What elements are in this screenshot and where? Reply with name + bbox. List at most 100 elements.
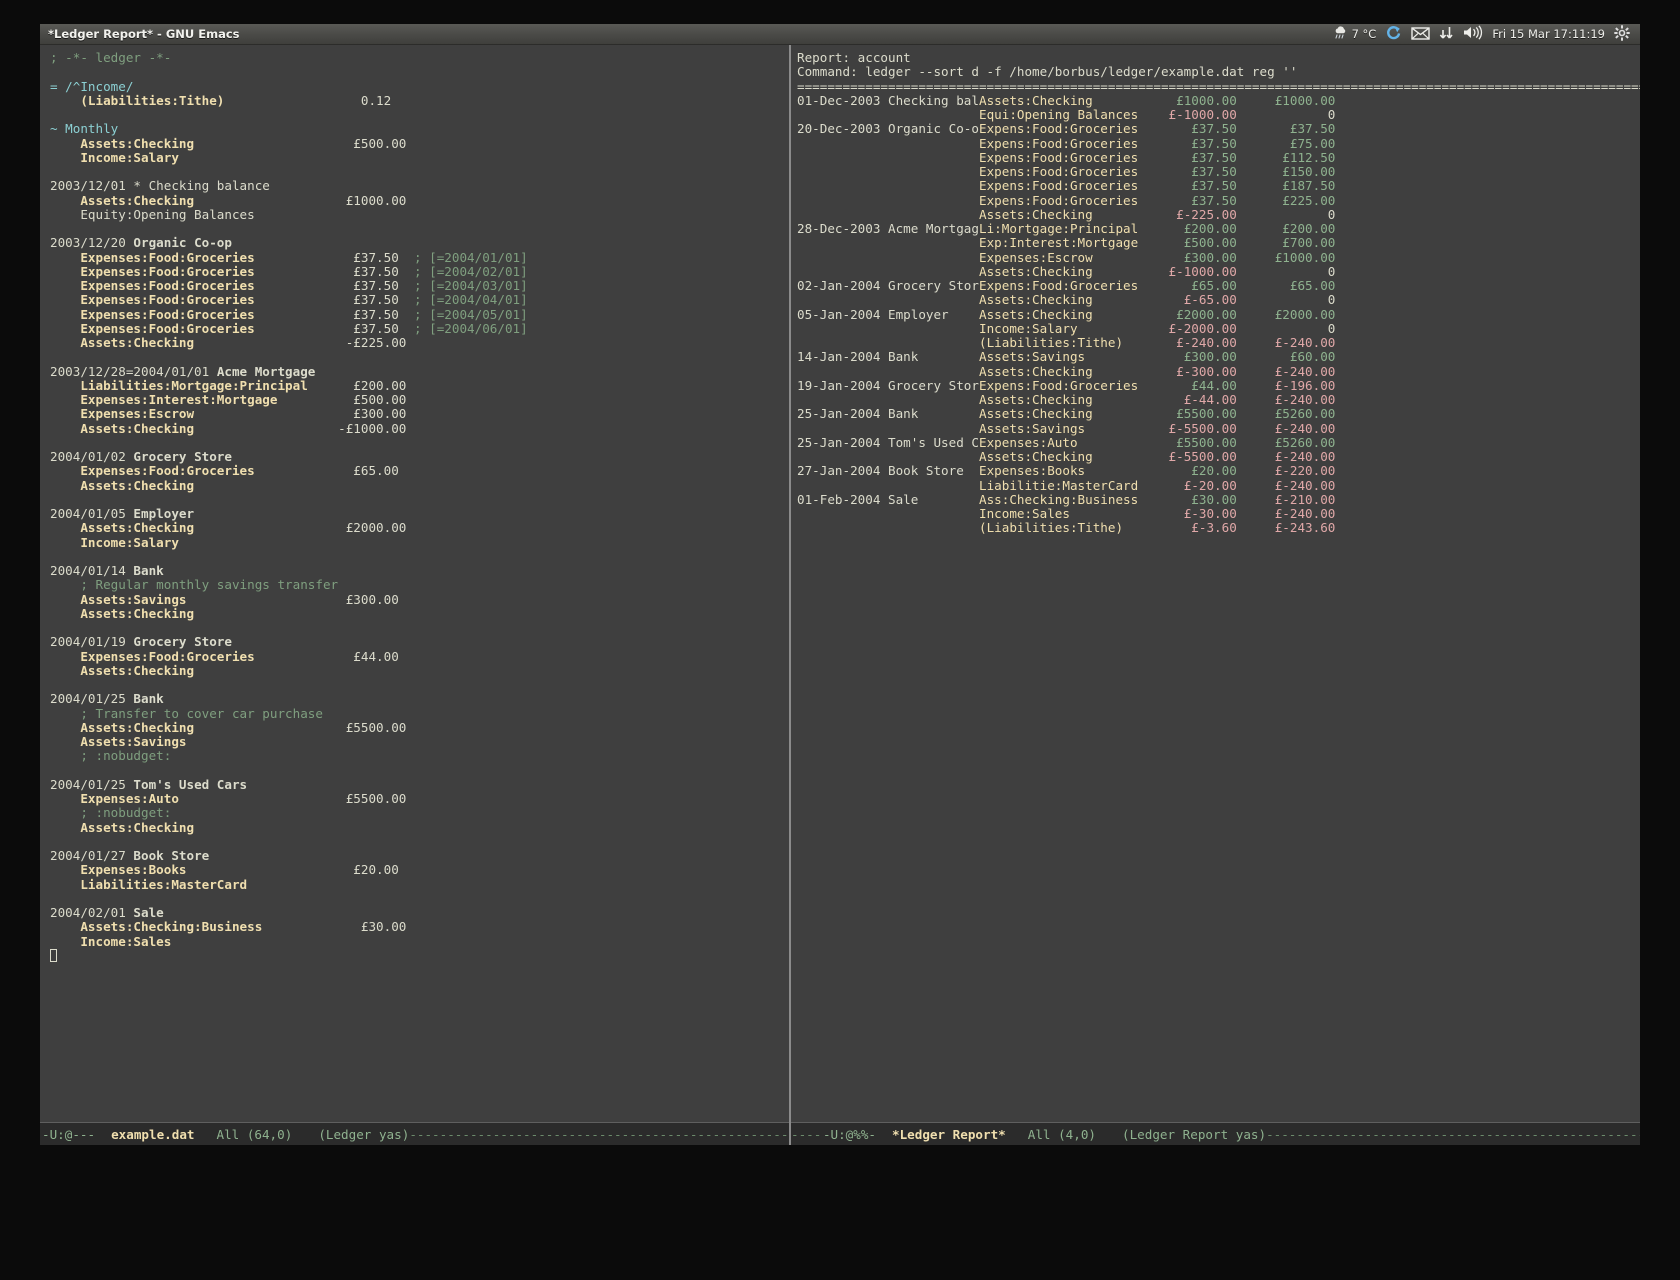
report-running-total: £-210.00 <box>1237 492 1336 507</box>
gear-icon <box>1614 25 1630 44</box>
ledger-token: Expenses:Food:Groceries <box>50 649 255 664</box>
report-account: (Liabilities:Tithe) <box>979 335 1146 350</box>
weather-indicator[interactable]: 7 °C <box>1333 25 1377 43</box>
ledger-token: £20.00 <box>186 862 398 877</box>
report-running-total: £-243.60 <box>1237 520 1336 535</box>
report-running-total: 0 <box>1237 264 1336 279</box>
ledger-token: -£1000.00 <box>194 421 406 436</box>
ledger-token: £37.50 <box>255 278 414 293</box>
ledger-token: Assets:Checking <box>50 720 194 735</box>
ledger-token: £37.50 <box>255 321 414 336</box>
settings-indicator[interactable] <box>1614 25 1630 44</box>
emacs-window-left[interactable]: ; -*- ledger -*- = /^Income/ (Liabilitie… <box>40 45 789 1145</box>
report-date-payee: 28-Dec-2003 Acme Mortgag <box>797 221 979 236</box>
report-date-payee <box>797 264 979 279</box>
ledger-token: Organic Co-op <box>133 235 232 250</box>
report-amount: £44.00 <box>1146 378 1237 393</box>
report-account: Assets:Checking <box>979 264 1146 279</box>
report-account: Expens:Food:Groceries <box>979 378 1146 393</box>
report-amount: £-65.00 <box>1146 292 1237 307</box>
ledger-token: Assets:Checking <box>50 335 194 350</box>
report-amount: £-5500.00 <box>1146 421 1237 436</box>
report-running-total: £150.00 <box>1237 164 1336 179</box>
ledger-token: 2003/12/01 * Checking balance <box>50 178 270 193</box>
report-account: Assets:Checking <box>979 392 1146 407</box>
report-running-total: £75.00 <box>1237 136 1336 151</box>
report-date-payee <box>797 250 979 265</box>
ledger-token: Expenses:Food:Groceries <box>50 321 255 336</box>
desktop-background: *Ledger Report* - GNU Emacs 7 °C <box>0 0 1680 1280</box>
report-account: Li:Mortgage:Principal <box>979 221 1146 236</box>
report-running-total: £-196.00 <box>1237 378 1336 393</box>
report-account: Expenses:Books <box>979 463 1146 478</box>
ledger-token: Assets:Checking <box>50 606 194 621</box>
ledger-token: ; Transfer to cover car purchase <box>50 706 323 721</box>
ledger-token: ; [=2004/03/01] <box>414 278 528 293</box>
ledger-report-buffer[interactable]: Report: account Command: ledger --sort d… <box>791 45 1640 1109</box>
report-date-payee <box>797 478 979 493</box>
report-account: Income:Sales <box>979 506 1146 521</box>
ledger-token: Acme Mortgage <box>217 364 316 379</box>
ledger-token: Expenses:Books <box>50 862 186 877</box>
modeline-right-fill: ----------------------------------------… <box>1266 1127 1640 1142</box>
ledger-token: Assets:Checking <box>50 663 194 678</box>
report-separator: ========================================… <box>797 80 1640 94</box>
ledger-token: £2000.00 <box>194 520 406 535</box>
volume-indicator[interactable] <box>1463 25 1483 43</box>
ledger-token: 2004/01/05 <box>50 506 133 521</box>
report-account: Expens:Food:Groceries <box>979 278 1146 293</box>
ledger-token: 2004/01/02 <box>50 449 133 464</box>
ledger-token: Assets:Checking <box>50 478 194 493</box>
system-tray: 7 °C <box>1333 25 1634 44</box>
ledger-token: £37.50 <box>255 264 414 279</box>
report-account: Assets:Checking <box>979 307 1146 322</box>
report-table: 01-Dec-2003 Checking balAssets:Checking … <box>797 94 1640 536</box>
ledger-token: Liabilities:MasterCard <box>50 877 247 892</box>
ledger-source-buffer[interactable]: ; -*- ledger -*- = /^Income/ (Liabilitie… <box>40 45 789 1109</box>
ledger-token: £1000.00 <box>194 193 406 208</box>
report-date-payee <box>797 335 979 350</box>
network-indicator[interactable] <box>1439 25 1454 43</box>
ledger-token: Grocery Store <box>133 634 232 649</box>
volume-icon <box>1463 25 1483 43</box>
clock[interactable]: Fri 15 Mar 17:11:19 <box>1492 27 1605 41</box>
emacs-window-right[interactable]: Report: account Command: ledger --sort d… <box>791 45 1640 1145</box>
refresh-indicator[interactable] <box>1385 25 1402 44</box>
ledger-token: £65.00 <box>255 463 399 478</box>
report-amount: £37.50 <box>1146 136 1237 151</box>
report-running-total: 0 <box>1237 321 1336 336</box>
mail-indicator[interactable] <box>1411 26 1430 43</box>
report-account: Assets:Savings <box>979 349 1146 364</box>
report-date-payee <box>797 207 979 222</box>
ledger-token: 2003/12/20 <box>50 235 133 250</box>
ledger-token: 2003/12/28=2004/01/01 <box>50 364 217 379</box>
report-date-payee <box>797 164 979 179</box>
modeline-left: -U:@--- example.dat All (64,0) (Ledger y… <box>40 1122 789 1145</box>
report-date-payee <box>797 235 979 250</box>
refresh-icon <box>1385 25 1402 44</box>
report-date-payee <box>797 392 979 407</box>
ledger-token: Employer <box>133 506 194 521</box>
report-date-payee <box>797 364 979 379</box>
report-date-payee <box>797 449 979 464</box>
report-amount: £-1000.00 <box>1146 107 1237 122</box>
report-account: Equi:Opening Balances <box>979 107 1146 122</box>
ledger-token: Liabilities:Mortgage:Principal <box>50 378 308 393</box>
report-account: Expens:Food:Groceries <box>979 178 1146 193</box>
ledger-token: ; :nobudget: <box>50 748 171 763</box>
ledger-token: £5500.00 <box>194 720 406 735</box>
report-running-total: £225.00 <box>1237 193 1336 208</box>
report-running-total: £5260.00 <box>1237 435 1336 450</box>
report-account: Expens:Food:Groceries <box>979 164 1146 179</box>
report-date-payee <box>797 292 979 307</box>
report-amount: £37.50 <box>1146 178 1237 193</box>
report-account: Income:Salary <box>979 321 1146 336</box>
modeline-left-buffer-name: example.dat <box>95 1127 194 1142</box>
report-date-payee <box>797 193 979 208</box>
report-running-total: £-240.00 <box>1237 392 1336 407</box>
modeline-left-fill: ----------------------------------------… <box>409 1127 789 1142</box>
ledger-token: 2004/02/01 <box>50 905 133 920</box>
ledger-token: 2004/01/19 <box>50 634 133 649</box>
report-date-payee: 05-Jan-2004 Employer <box>797 307 979 322</box>
report-running-total: £200.00 <box>1237 221 1336 236</box>
